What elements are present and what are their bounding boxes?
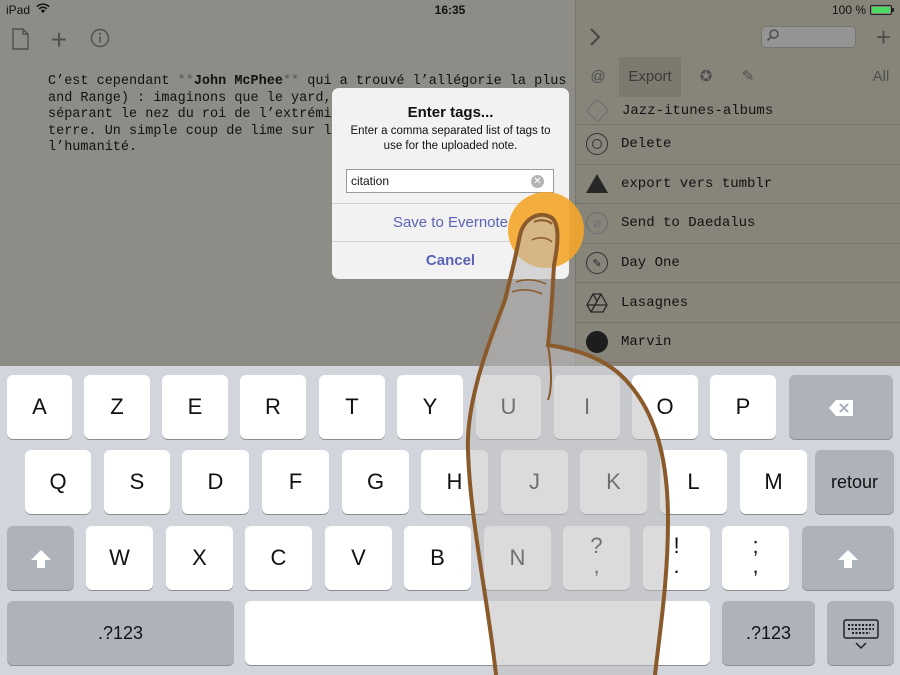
key-y[interactable]: Y xyxy=(397,375,463,439)
shift-icon xyxy=(30,545,52,570)
key-question-comma[interactable]: ? , xyxy=(563,526,630,590)
key-bottom-glyph: , xyxy=(752,553,759,578)
key-i[interactable]: I xyxy=(554,375,620,439)
key-o[interactable]: O xyxy=(632,375,698,439)
key-t[interactable]: T xyxy=(319,375,385,439)
key-z[interactable]: Z xyxy=(84,375,150,439)
keyboard: A Z E R T Y U I O P Q S D F G H J K L M … xyxy=(0,366,900,675)
shift-key-right[interactable] xyxy=(802,526,894,590)
alert-message: Enter a comma separated list of tags to … xyxy=(350,125,551,152)
backspace-key[interactable] xyxy=(789,375,893,439)
key-s[interactable]: S xyxy=(104,450,170,514)
shift-icon xyxy=(837,545,859,570)
key-exclamation-period[interactable]: ! . xyxy=(643,526,710,590)
space-key[interactable] xyxy=(245,601,710,665)
key-semicolon[interactable]: ; , xyxy=(722,526,789,590)
key-j[interactable]: J xyxy=(501,450,568,514)
key-f[interactable]: F xyxy=(262,450,329,514)
key-e[interactable]: E xyxy=(162,375,228,439)
clock: 16:35 xyxy=(434,3,466,17)
tags-input[interactable]: citation xyxy=(346,169,554,193)
return-key[interactable]: retour xyxy=(815,450,894,514)
key-n[interactable]: N xyxy=(484,526,551,590)
key-l[interactable]: L xyxy=(660,450,727,514)
key-k[interactable]: K xyxy=(580,450,647,514)
key-m[interactable]: M xyxy=(740,450,807,514)
numbers-key-right[interactable]: .?123 xyxy=(722,601,815,665)
key-r[interactable]: R xyxy=(240,375,306,439)
key-h[interactable]: H xyxy=(421,450,488,514)
alert-title: Enter tags... xyxy=(407,104,494,121)
save-to-evernote-button[interactable]: Save to Evernote xyxy=(332,203,569,241)
key-u[interactable]: U xyxy=(476,375,541,439)
status-bar: iPad 16:35 100 % xyxy=(0,0,900,20)
backspace-icon xyxy=(827,394,855,419)
cancel-button[interactable]: Cancel xyxy=(332,241,569,279)
hide-keyboard-key[interactable] xyxy=(827,601,894,665)
clear-text-icon[interactable]: ✕ xyxy=(531,175,544,188)
key-d[interactable]: D xyxy=(182,450,249,514)
battery-percent: 100 % xyxy=(831,3,866,17)
key-a[interactable]: A xyxy=(7,375,72,439)
key-bottom-glyph: . xyxy=(673,553,680,578)
key-q[interactable]: Q xyxy=(25,450,91,514)
keyboard-hide-icon xyxy=(841,619,881,650)
shift-key-left[interactable] xyxy=(7,526,74,590)
key-g[interactable]: G xyxy=(342,450,409,514)
key-c[interactable]: C xyxy=(245,526,312,590)
key-b[interactable]: B xyxy=(404,526,471,590)
key-x[interactable]: X xyxy=(166,526,233,590)
key-w[interactable]: W xyxy=(86,526,153,590)
numbers-key-left[interactable]: .?123 xyxy=(7,601,234,665)
key-v[interactable]: V xyxy=(325,526,392,590)
tags-alert-dialog: Enter tags... Enter a comma separated li… xyxy=(332,88,569,279)
key-bottom-glyph: , xyxy=(593,553,600,578)
battery-icon xyxy=(870,5,894,15)
key-p[interactable]: P xyxy=(710,375,776,439)
